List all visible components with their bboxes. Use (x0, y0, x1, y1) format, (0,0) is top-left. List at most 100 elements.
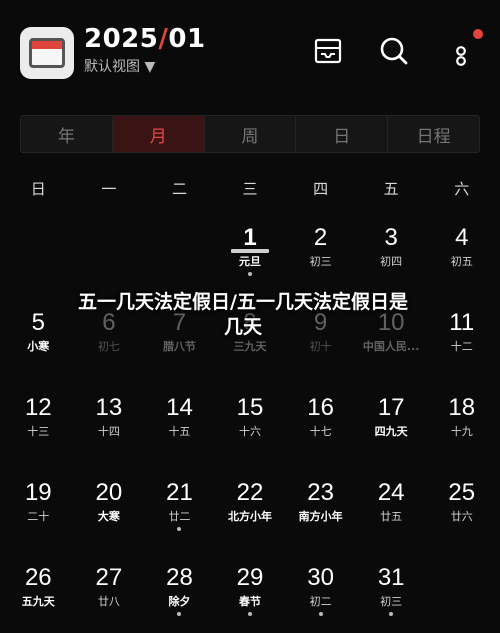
day-number: 21 (166, 479, 193, 506)
day-number: 27 (95, 564, 123, 591)
day-number: 5 (31, 309, 45, 336)
lunar-or-festival-label: 十五 (168, 425, 191, 438)
day-number: 4 (455, 224, 469, 251)
day-number: 15 (236, 394, 264, 421)
day-number: 14 (166, 394, 193, 421)
weekday-label: 二 (171, 180, 187, 198)
day-number: 2 (313, 224, 328, 251)
month-grid: 1 元旦 2 初三 3 初四 4 初五 5 小寒 6 初七 7 腊八节 8 三九天 9 初十 10 中国人民... 11… (3, 215, 497, 633)
empty-day-cell (144, 215, 215, 300)
search-icon[interactable] (379, 36, 409, 66)
lunar-or-festival-label: 初三 (309, 255, 332, 268)
view-mode-dropdown[interactable]: 默认视图 ▼ (84, 56, 155, 76)
day-cell[interactable]: 19 二十 (3, 470, 74, 555)
more-icon[interactable] (446, 36, 476, 66)
lunar-or-festival-label: 十二 (450, 340, 473, 353)
day-number: 31 (377, 564, 405, 591)
day-cell[interactable]: 14 十五 (144, 385, 215, 470)
calendar-glyph (29, 38, 65, 68)
day-cell[interactable]: 16 十七 (285, 385, 356, 470)
tab-day[interactable]: 日 (296, 116, 389, 152)
day-cell[interactable]: 24 廿五 (356, 470, 427, 555)
inbox-icon[interactable] (313, 36, 343, 66)
day-cell[interactable]: 3 初四 (356, 215, 427, 300)
day-cell[interactable]: 29 春节 (215, 555, 286, 633)
lunar-or-festival-label: 十三 (27, 425, 50, 438)
lunar-or-festival-label: 四九天 (374, 425, 408, 438)
lunar-or-festival-label: 初二 (309, 595, 332, 608)
weekday-label: 四 (313, 180, 329, 198)
lunar-or-festival-label: 十七 (309, 425, 332, 438)
week-row: 12 十三 13 十四 14 十五 15 十六 16 十七 17 四九天 18 十九 (3, 385, 497, 470)
view-tabs: 年 月 周 日 日程 (20, 115, 480, 153)
day-number: 20 (95, 479, 123, 506)
day-cell[interactable]: 13 十四 (74, 385, 145, 470)
day-cell[interactable]: 25 廿六 (426, 470, 497, 555)
day-number: 18 (448, 394, 476, 421)
day-cell[interactable]: 27 廿八 (74, 555, 145, 633)
day-cell[interactable]: 30 初二 (285, 555, 356, 633)
day-cell[interactable]: 2 初三 (285, 215, 356, 300)
calendar-app-icon[interactable] (20, 27, 74, 79)
tab-month[interactable]: 月 (112, 116, 205, 152)
weekday-label: 三 (242, 180, 258, 198)
lunar-or-festival-label: 腊八节 (162, 340, 196, 353)
notification-badge (473, 29, 483, 39)
lunar-or-festival-label: 廿八 (97, 595, 120, 608)
day-cell[interactable]: 21 廿二 (144, 470, 215, 555)
day-cell[interactable]: 17 四九天 (356, 385, 427, 470)
lunar-or-festival-label: 春节 (239, 595, 262, 608)
date-separator: / (158, 24, 169, 54)
day-cell[interactable]: 28 除夕 (144, 555, 215, 633)
tab-year[interactable]: 年 (21, 116, 113, 152)
day-cell[interactable]: 1 元旦 (215, 215, 286, 300)
tab-schedule[interactable]: 日程 (388, 116, 479, 152)
weekday-header: 日 一 二 三 四 五 六 (3, 178, 497, 199)
day-cell[interactable]: 22 北方小年 (215, 470, 286, 555)
empty-day-cell (74, 215, 145, 300)
day-cell[interactable]: 5 小寒 (3, 300, 74, 385)
week-row: 26 五九天 27 廿八 28 除夕 29 春节 30 初二 31 初三 (3, 555, 497, 633)
event-dot (318, 612, 323, 616)
lunar-or-festival-label: 北方小年 (228, 510, 273, 523)
month-text: 01 (168, 24, 206, 54)
lunar-or-festival-label: 廿二 (168, 510, 191, 523)
lunar-or-festival-label: 十九 (450, 425, 473, 438)
lunar-or-festival-label: 初七 (97, 340, 120, 353)
weekday-label: 一 (101, 180, 117, 198)
weekday-label: 五 (383, 180, 399, 198)
lunar-or-festival-label: 三九天 (233, 340, 267, 353)
lunar-or-festival-label: 十六 (239, 425, 262, 438)
day-cell[interactable]: 4 初五 (426, 215, 497, 300)
day-number: 17 (377, 394, 405, 421)
day-number: 30 (307, 564, 334, 591)
lunar-or-festival-label: 廿五 (380, 510, 403, 523)
day-cell[interactable]: 12 十三 (3, 385, 74, 470)
week-row: 19 二十 20 大寒 21 廿二 22 北方小年 23 南方小年 24 廿五 25 廿六 (3, 470, 497, 555)
tab-week[interactable]: 周 (205, 116, 297, 152)
lunar-or-festival-label: 中国人民... (362, 340, 420, 353)
day-number: 25 (448, 479, 476, 506)
event-dot (248, 612, 253, 616)
day-cell[interactable]: 15 十六 (215, 385, 286, 470)
weekday-label: 六 (454, 180, 470, 198)
day-cell[interactable]: 20 大寒 (74, 470, 145, 555)
day-number: 29 (236, 564, 264, 591)
event-dot (177, 527, 182, 531)
day-cell[interactable]: 23 南方小年 (285, 470, 356, 555)
lunar-or-festival-label: 南方小年 (298, 510, 343, 523)
event-dot (177, 612, 182, 616)
day-number: 16 (307, 394, 334, 421)
day-number: 12 (24, 394, 52, 421)
day-number: 19 (24, 479, 52, 506)
day-number: 13 (95, 394, 123, 421)
month-title[interactable]: 2025/01 (84, 24, 206, 54)
day-cell[interactable]: 18 十九 (426, 385, 497, 470)
lunar-or-festival-label: 五九天 (21, 595, 55, 608)
empty-day-cell (426, 555, 497, 633)
lunar-or-festival-label: 除夕 (168, 595, 191, 608)
day-number: 28 (166, 564, 193, 591)
day-cell[interactable]: 11 十二 (426, 300, 497, 385)
day-cell[interactable]: 26 五九天 (3, 555, 74, 633)
day-cell[interactable]: 31 初三 (356, 555, 427, 633)
